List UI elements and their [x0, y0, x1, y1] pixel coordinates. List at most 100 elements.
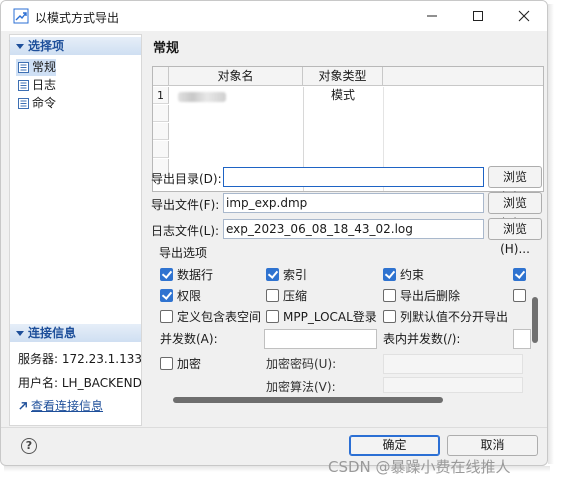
- parallel-input[interactable]: [264, 329, 377, 349]
- encrypt-password-input[interactable]: [383, 354, 523, 374]
- encrypt-algorithm-select[interactable]: [383, 377, 523, 393]
- option-label: 数据行: [177, 268, 214, 282]
- option-label: 压缩: [283, 289, 308, 303]
- selection-section-title: 选择项: [28, 39, 65, 53]
- option-compress[interactable]: 压缩: [266, 288, 307, 304]
- parallel-label: 并发数(A):: [160, 332, 218, 346]
- row-number: [153, 141, 169, 158]
- sidebar-item-command[interactable]: 命令: [16, 95, 56, 112]
- checkbox-unchecked-icon: [513, 289, 526, 302]
- table-cell-object-type[interactable]: 模式: [303, 87, 383, 104]
- server-info: 服务器: 172.23.1.133: [18, 352, 143, 366]
- row-number: 1: [153, 87, 169, 104]
- connection-section-header[interactable]: 连接信息: [10, 324, 141, 342]
- option-indexes[interactable]: 索引: [266, 267, 307, 283]
- checkbox-checked-icon: [160, 268, 173, 281]
- option-label: 导出后删除: [400, 289, 461, 303]
- table-parallel-input[interactable]: [513, 329, 531, 349]
- log-file-input[interactable]: exp_2023_06_08_18_43_02.log: [223, 219, 484, 239]
- export-options-title: 导出选项: [157, 244, 210, 261]
- checkbox-checked-icon: [513, 268, 526, 281]
- help-icon[interactable]: ?: [21, 438, 37, 454]
- option-label: 列默认值不分开导出: [400, 310, 509, 324]
- left-panel: 选择项 常规 日志 命令 连接信息 服务器: 172.23.1.133 用户名:…: [9, 34, 142, 426]
- encrypt-algorithm-label: 加密算法(V):: [266, 380, 336, 394]
- row-number: [153, 105, 169, 122]
- checkbox-checked-icon: [383, 268, 396, 281]
- export-dialog: 以模式方式导出 选择项 常规 日志 命令 连接信息 服务器: 172.23.1.…: [0, 0, 548, 466]
- watermark-text: CSDN @暴躁小费在线推人: [328, 458, 511, 476]
- title-bar: 以模式方式导出: [1, 1, 547, 31]
- view-connection-info-link[interactable]: 查看连接信息: [18, 397, 103, 414]
- option-label: 权限: [177, 289, 202, 303]
- option-encrypt[interactable]: 加密: [160, 356, 201, 372]
- option-constraints[interactable]: 约束: [383, 267, 424, 283]
- option-mpp-local-login[interactable]: MPP_LOCAL登录: [266, 309, 377, 325]
- checkbox-unchecked-icon: [383, 289, 396, 302]
- checkbox-unchecked-icon: [160, 310, 173, 323]
- sidebar-item-label: 命令: [32, 96, 57, 110]
- encrypt-password-label: 加密密码(U):: [266, 357, 337, 371]
- option-label: 加密: [177, 357, 202, 371]
- checkbox-unchecked-icon: [266, 310, 279, 323]
- collapse-caret-icon: [16, 331, 24, 336]
- export-file-input[interactable]: imp_exp.dmp: [223, 193, 484, 213]
- selection-section-header[interactable]: 选择项: [10, 37, 141, 55]
- page-title: 常规: [153, 41, 180, 56]
- cancel-button[interactable]: 取消: [447, 435, 538, 456]
- option-label: 索引: [283, 268, 308, 282]
- option-clipped-2[interactable]: [513, 288, 530, 304]
- options-horizontal-scrollbar[interactable]: [173, 397, 443, 403]
- page-icon: [18, 62, 29, 73]
- browse-dir-button[interactable]: 浏览(B)...: [488, 166, 542, 204]
- column-header-object-name[interactable]: 对象名: [169, 67, 303, 86]
- option-clipped-1[interactable]: [513, 267, 530, 283]
- checkbox-unchecked-icon: [266, 289, 279, 302]
- checkbox-unchecked-icon: [383, 310, 396, 323]
- maximize-icon: [473, 11, 483, 21]
- footer-divider: [1, 427, 547, 428]
- connection-link-icon: [19, 402, 27, 410]
- minimize-icon: [427, 15, 437, 17]
- option-data-rows[interactable]: 数据行: [160, 267, 213, 283]
- column-header-object-type[interactable]: 对象类型: [303, 67, 383, 86]
- sidebar-item-label: 日志: [32, 78, 57, 92]
- column-header-empty: [383, 67, 543, 86]
- redacted-object-name: [178, 92, 226, 102]
- maximize-button[interactable]: [455, 1, 501, 31]
- option-label: MPP_LOCAL登录: [283, 310, 377, 324]
- export-dir-label: 导出目录(D):: [151, 172, 222, 186]
- export-file-label: 导出文件(F):: [151, 198, 220, 212]
- option-include-tablespace[interactable]: 定义包含表空间: [160, 309, 261, 325]
- vertical-scroll-thumb[interactable]: [532, 297, 538, 343]
- log-file-label: 日志文件(L):: [151, 224, 220, 238]
- option-column-defaults[interactable]: 列默认值不分开导出: [383, 309, 508, 325]
- browse-file-button[interactable]: 浏览(R)...: [488, 192, 542, 230]
- export-options-group: 导出选项 数据行 索引 约束 权限 压缩 导出后删除 定义包含表空间 MPP_L…: [151, 244, 541, 411]
- minimize-button[interactable]: [409, 1, 455, 31]
- table-parallel-label: 表内并发数(/):: [383, 332, 461, 346]
- sidebar-item-log[interactable]: 日志: [16, 77, 56, 94]
- general-panel: 常规 对象名 对象类型 1 模式 导出目录(D): 浏览(B)... 导出文件(…: [147, 31, 547, 427]
- view-connection-info-label: 查看连接信息: [31, 399, 104, 413]
- option-label: 约束: [400, 268, 425, 282]
- window-shadow-right: [548, 4, 554, 464]
- option-privileges[interactable]: 权限: [160, 288, 201, 304]
- checkbox-checked-icon: [266, 268, 279, 281]
- close-icon: [518, 10, 530, 22]
- export-app-icon: [13, 8, 29, 24]
- checkbox-checked-icon: [160, 289, 173, 302]
- options-vertical-scrollbar[interactable]: [531, 280, 539, 420]
- row-number: [153, 123, 169, 140]
- page-icon: [18, 98, 29, 109]
- page-icon: [18, 80, 29, 91]
- close-button[interactable]: [501, 1, 547, 31]
- table-corner: [153, 67, 169, 86]
- checkbox-unchecked-icon: [160, 357, 173, 370]
- collapse-caret-icon: [16, 44, 24, 49]
- export-dir-input[interactable]: [223, 167, 484, 187]
- sidebar-item-general[interactable]: 常规: [16, 59, 57, 76]
- browse-log-button[interactable]: 浏览(H)...: [488, 218, 542, 256]
- option-delete-after-export[interactable]: 导出后删除: [383, 288, 460, 304]
- ok-button[interactable]: 确定: [349, 435, 440, 456]
